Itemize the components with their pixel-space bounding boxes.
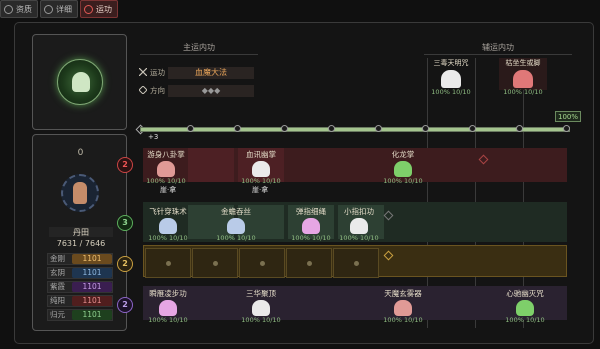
- track-node: [422, 125, 429, 132]
- main-neigong-header: 主运内功: [183, 43, 215, 52]
- xiangxi-icon: [44, 4, 53, 14]
- fangxiang-row[interactable]: 方向 ◆◆◆: [138, 84, 254, 97]
- slot-red[interactable]: [188, 148, 234, 182]
- hp-value: 7631 / 7646: [56, 239, 106, 248]
- track-node: [469, 125, 476, 132]
- slot-gold-empty[interactable]: [192, 248, 238, 278]
- tab-bar: 资质 详细 运功: [0, 0, 118, 20]
- direction-diamond-icon: [139, 86, 147, 94]
- track-node: [563, 125, 570, 132]
- header-divider: [424, 54, 572, 55]
- mini-label: 崖·拿: [160, 186, 177, 194]
- main-skill-panel: [32, 34, 127, 130]
- gongfa-slot[interactable]: 化龙掌 100% 10/10: [375, 149, 431, 185]
- gongfa-slot[interactable]: 瞬雁凌步功 100% 10/10: [140, 288, 196, 324]
- gongfa-slot[interactable]: 心驰幽灭咒 100% 10/10: [497, 288, 553, 324]
- row-level-purple[interactable]: 2: [117, 297, 133, 313]
- skill-point-count: 0: [77, 148, 84, 158]
- track-node: [281, 125, 288, 132]
- gongfa-icon: [394, 161, 412, 177]
- gongfa-slot[interactable]: 金蟾吞丝 100% 10/10: [208, 206, 264, 242]
- tab-xiangxi[interactable]: 详细: [40, 0, 78, 18]
- gongfa-icon: [252, 300, 270, 316]
- gongfa-icon: [252, 161, 270, 177]
- aux-skill-icon: [513, 70, 533, 88]
- track-node: [375, 125, 382, 132]
- gongfa-slot[interactable]: 游身八卦掌 100% 10/10: [138, 149, 194, 185]
- gongfa-icon: [350, 218, 368, 234]
- track-node: [516, 125, 523, 132]
- gongfa-icon: [159, 300, 177, 316]
- row-level-gold[interactable]: 2: [117, 256, 133, 272]
- fangxiang-value[interactable]: ◆◆◆: [168, 84, 254, 97]
- progress-fill: [141, 128, 569, 131]
- dantian-label: 丹田: [49, 227, 113, 237]
- avatar[interactable]: [61, 174, 99, 212]
- aux-skill-icon: [441, 70, 461, 88]
- track-node: [234, 125, 241, 132]
- crossed-swords-icon: [139, 68, 147, 76]
- bonus-label: +3: [148, 133, 159, 141]
- header-divider: [140, 54, 258, 55]
- gongfa-icon: [227, 218, 245, 234]
- row-level-red[interactable]: 2: [117, 157, 133, 173]
- gongfa-slot[interactable]: 三华聚顶 100% 10/10: [233, 288, 289, 324]
- lotus-hand-icon[interactable]: [57, 59, 103, 105]
- stat-guiyuan: 归元 1101: [47, 309, 113, 321]
- aux-item-1[interactable]: 三毒天明咒 100% 10/10: [427, 58, 475, 96]
- gongfa-slot[interactable]: 天魔玄雾器 100% 10/10: [375, 288, 431, 324]
- stat-xuanyin: 玄阴 1101: [47, 267, 113, 279]
- slot-gold-empty[interactable]: [286, 248, 332, 278]
- aux-neigong-header: 辅运内功: [482, 43, 514, 52]
- slot-gold-empty[interactable]: [145, 248, 191, 278]
- zizhi-icon: [4, 4, 13, 14]
- gongfa-icon: [516, 300, 534, 316]
- progress-percent: 100%: [555, 111, 581, 122]
- yungong-icon: [84, 4, 93, 14]
- gongfa-slot[interactable]: 小指扣功 100% 10/10: [331, 206, 387, 242]
- mini-label: 崖·拿: [252, 186, 269, 194]
- yungong-value[interactable]: 血魔大法: [168, 66, 254, 79]
- stat-jingang: 金刚 1101: [47, 253, 113, 265]
- row-level-green[interactable]: 3: [117, 215, 133, 231]
- yungong-row[interactable]: 运功 血魔大法: [138, 66, 254, 79]
- gongfa-icon: [302, 218, 320, 234]
- progress-track: [140, 127, 570, 132]
- stat-zixia: 紫霞 1101: [47, 281, 113, 293]
- gongfa-slot[interactable]: 血讯幽掌 100% 10/10: [233, 149, 289, 185]
- stat-chunyang: 纯阳 1101: [47, 295, 113, 307]
- slot-gold-empty[interactable]: [333, 248, 379, 278]
- character-panel: 0 丹田 7631 / 7646 金刚 1101 玄阴 1101 紫霞 1101 纯阳…: [32, 134, 127, 331]
- gongfa-slot[interactable]: 飞针穿珠术 100% 10/10: [140, 206, 196, 242]
- gongfa-icon: [159, 218, 177, 234]
- gongfa-icon: [157, 161, 175, 177]
- track-node: [328, 125, 335, 132]
- slot-gold-empty[interactable]: [239, 248, 285, 278]
- aux-item-2[interactable]: 枯坐生或脚 100% 10/10: [499, 58, 547, 96]
- gongfa-icon: [394, 300, 412, 316]
- tab-yungong[interactable]: 运功: [80, 0, 118, 18]
- track-node: [187, 125, 194, 132]
- tab-zizhi[interactable]: 资质: [0, 0, 38, 18]
